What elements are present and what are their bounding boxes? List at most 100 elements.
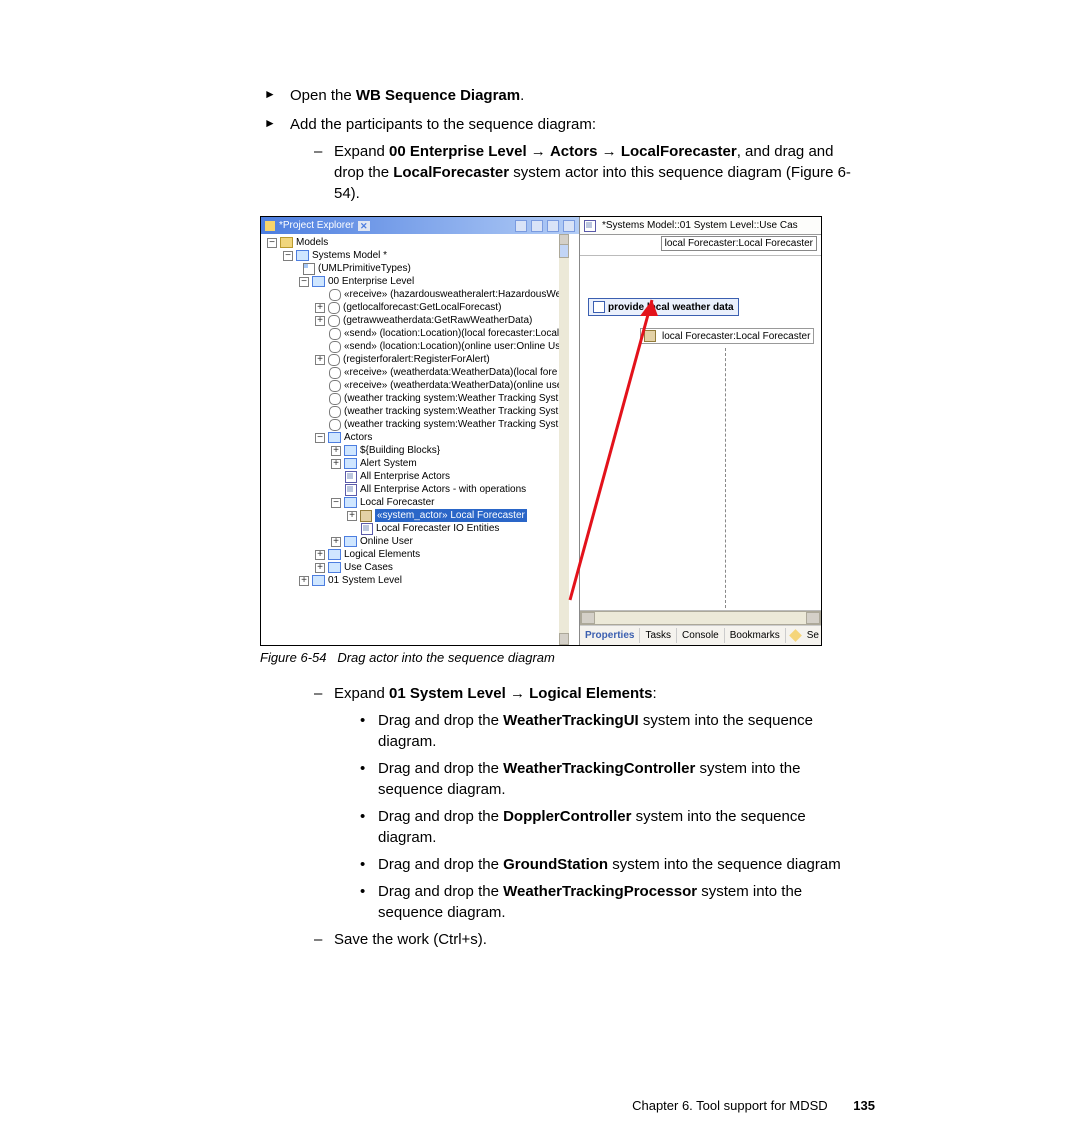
tree-view[interactable]: −Models −Systems Model * (UMLPrimitiveTy… bbox=[261, 234, 569, 645]
tab-tasks[interactable]: Tasks bbox=[640, 628, 677, 643]
tree-op[interactable]: «send» (location:Location)(local forecas… bbox=[344, 327, 559, 340]
horizontal-scrollbar[interactable] bbox=[580, 611, 821, 625]
tree-local-forecaster-io[interactable]: Local Forecaster IO Entities bbox=[376, 522, 499, 535]
diagram-tab[interactable]: *Systems Model::01 System Level::Use Cas bbox=[580, 217, 821, 235]
lifeline-header: local Forecaster:Local Forecaster bbox=[661, 236, 817, 251]
expander-icon[interactable]: + bbox=[299, 576, 309, 586]
footer-chapter: Chapter 6. Tool support for MDSD bbox=[632, 1098, 828, 1113]
tree-alert-system[interactable]: Alert System bbox=[360, 457, 417, 470]
tree-op[interactable]: (weather tracking system:Weather Trackin… bbox=[344, 418, 558, 431]
expander-icon[interactable]: + bbox=[315, 550, 325, 560]
tree-all-enterprise-actors[interactable]: All Enterprise Actors bbox=[360, 470, 450, 483]
folder-icon bbox=[280, 237, 293, 248]
expander-icon[interactable]: − bbox=[267, 238, 277, 248]
explorer-close-button[interactable]: ✕ bbox=[358, 221, 370, 231]
folder-icon bbox=[312, 575, 325, 586]
toolbar-minimize-icon[interactable] bbox=[547, 220, 559, 232]
lifeline-dash bbox=[725, 348, 726, 608]
tree-local-forecaster-selected[interactable]: «system_actor» Local Forecaster bbox=[375, 509, 527, 522]
operation-icon bbox=[328, 354, 340, 366]
expander-icon[interactable]: + bbox=[315, 355, 325, 365]
package-icon bbox=[303, 263, 315, 275]
tree-system-level[interactable]: 01 System Level bbox=[328, 574, 402, 587]
folder-icon bbox=[344, 445, 357, 456]
tree-op[interactable]: «receive» (weatherdata:WeatherData)(loca… bbox=[344, 366, 557, 379]
dot-weather-tracking-ui: Drag and drop the WeatherTrackingUI syst… bbox=[354, 710, 865, 752]
tree-online-user[interactable]: Online User bbox=[360, 535, 413, 548]
dropped-actor-lifeline[interactable]: local Forecaster:Local Forecaster bbox=[640, 328, 814, 344]
tree-op[interactable]: (registerforalert:RegisterForAlert) bbox=[343, 353, 490, 366]
tree-uml-prim[interactable]: (UMLPrimitiveTypes) bbox=[318, 262, 411, 275]
scroll-right-icon[interactable] bbox=[806, 612, 820, 624]
expander-icon[interactable]: − bbox=[299, 277, 309, 287]
folder-icon bbox=[344, 497, 357, 508]
operation-icon bbox=[329, 289, 341, 301]
expander-icon[interactable]: + bbox=[315, 316, 325, 326]
tree-op[interactable]: (getrawweatherdata:GetRawWeatherData) bbox=[343, 314, 532, 327]
vertical-scrollbar[interactable] bbox=[559, 234, 569, 645]
tree-op[interactable]: (weather tracking system:Weather Trackin… bbox=[344, 392, 558, 405]
folder-icon bbox=[328, 549, 341, 560]
explorer-folder-icon bbox=[265, 221, 275, 231]
figure-6-54: *Project Explorer ✕ −Models −Systems Mod… bbox=[260, 216, 865, 646]
tree-all-enterprise-actors-ops[interactable]: All Enterprise Actors - with operations bbox=[360, 483, 526, 496]
diagram-canvas[interactable]: provide local weather data local Forecas… bbox=[580, 255, 821, 611]
expander-icon[interactable]: + bbox=[315, 303, 325, 313]
tree-op[interactable]: (getlocalforecast:GetLocalForecast) bbox=[343, 301, 501, 314]
diagram-icon bbox=[345, 471, 357, 483]
figure-caption: Figure 6-54 Drag actor into the sequence… bbox=[260, 650, 865, 665]
tab-bookmarks[interactable]: Bookmarks bbox=[725, 628, 786, 643]
folder-icon bbox=[344, 536, 357, 547]
operation-icon bbox=[329, 328, 341, 340]
tab-properties[interactable]: Properties bbox=[580, 628, 640, 643]
actor-icon bbox=[644, 330, 656, 342]
tree-use-cases[interactable]: Use Cases bbox=[344, 561, 393, 574]
tab-search-cut[interactable]: Se bbox=[786, 626, 822, 645]
footer-page-number: 135 bbox=[853, 1098, 875, 1113]
tree-systems-model[interactable]: Systems Model * bbox=[312, 249, 387, 262]
tree-op[interactable]: «send» (location:Location)(online user:O… bbox=[344, 340, 566, 353]
tree-op[interactable]: «receive» (weatherdata:WeatherData)(onli… bbox=[344, 379, 562, 392]
operation-icon bbox=[329, 393, 341, 405]
tree-enterprise[interactable]: 00 Enterprise Level bbox=[328, 275, 414, 288]
tab-console[interactable]: Console bbox=[677, 628, 725, 643]
expander-icon[interactable]: + bbox=[347, 511, 357, 521]
tree-building-blocks[interactable]: ${Building Blocks} bbox=[360, 444, 440, 457]
operation-icon bbox=[329, 380, 341, 392]
tree-local-forecaster-folder[interactable]: Local Forecaster bbox=[360, 496, 434, 509]
operation-icon bbox=[329, 406, 341, 418]
diagram-icon bbox=[345, 484, 357, 496]
diagram-tab-label: *Systems Model::01 System Level::Use Cas bbox=[602, 220, 798, 231]
tree-logical-elements[interactable]: Logical Elements bbox=[344, 548, 420, 561]
tree-op[interactable]: «receive» (hazardousweatheralert:Hazardo… bbox=[344, 288, 561, 301]
operation-icon bbox=[329, 419, 341, 431]
actor-icon bbox=[360, 510, 372, 522]
document-page: Open the WB Sequence Diagram. Add the pa… bbox=[0, 0, 1080, 1143]
expander-icon[interactable]: + bbox=[331, 459, 341, 469]
expander-icon[interactable]: + bbox=[331, 537, 341, 547]
explorer-title-bar: *Project Explorer ✕ bbox=[261, 217, 579, 234]
expander-icon[interactable]: − bbox=[331, 498, 341, 508]
toolbar-button[interactable] bbox=[515, 220, 527, 232]
tree-actors[interactable]: Actors bbox=[344, 431, 372, 444]
step-continuation: Expand 01 System Level → Logical Element… bbox=[260, 683, 865, 950]
toolbar-maximize-icon[interactable] bbox=[563, 220, 575, 232]
scroll-thumb[interactable] bbox=[559, 244, 569, 258]
sub-expand-system-level: Expand 01 System Level → Logical Element… bbox=[310, 683, 865, 923]
scroll-down-icon[interactable] bbox=[559, 633, 569, 645]
expander-icon[interactable]: + bbox=[315, 563, 325, 573]
scroll-left-icon[interactable] bbox=[581, 612, 595, 624]
expander-icon[interactable]: + bbox=[331, 446, 341, 456]
tree-models[interactable]: Models bbox=[296, 236, 328, 249]
diagram-icon bbox=[584, 220, 596, 232]
project-explorer-pane: *Project Explorer ✕ −Models −Systems Mod… bbox=[261, 217, 580, 645]
screenshot: *Project Explorer ✕ −Models −Systems Mod… bbox=[260, 216, 822, 646]
diagram-icon bbox=[361, 523, 373, 535]
interaction-box[interactable]: provide local weather data bbox=[588, 298, 739, 316]
expander-icon[interactable]: − bbox=[283, 251, 293, 261]
operation-icon bbox=[328, 302, 340, 314]
step-open-sequence: Open the WB Sequence Diagram. bbox=[260, 85, 865, 106]
expander-icon[interactable]: − bbox=[315, 433, 325, 443]
tree-op[interactable]: (weather tracking system:Weather Trackin… bbox=[344, 405, 558, 418]
toolbar-button[interactable] bbox=[531, 220, 543, 232]
